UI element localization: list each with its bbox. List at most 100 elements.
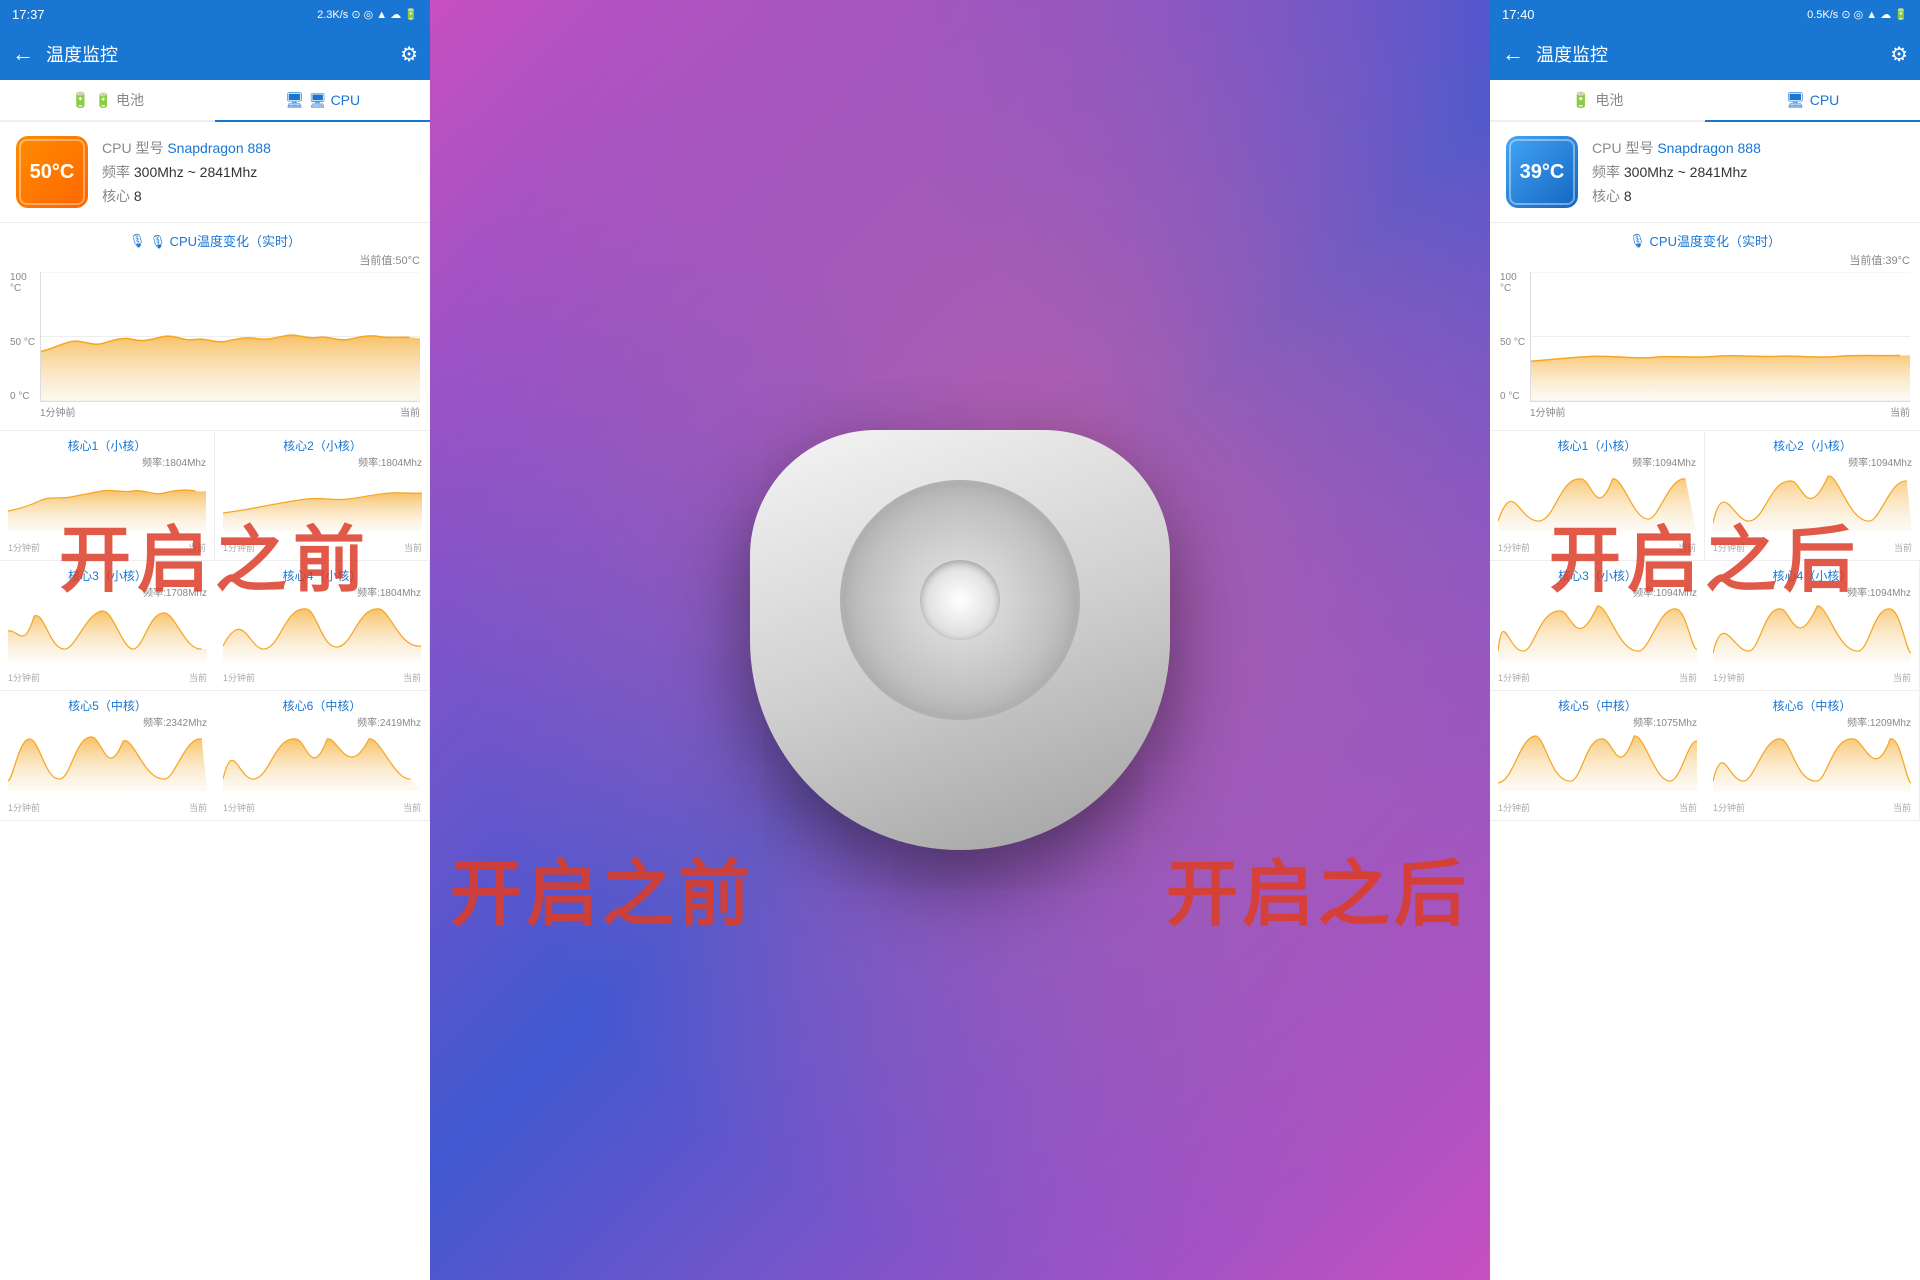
mic-icon-left: 🎙 bbox=[129, 233, 146, 249]
left-core-6: 核心6（中核） 频率:2419Mhz 1分钟前 当前 bbox=[215, 691, 430, 821]
cpu-core-value: 8 bbox=[134, 188, 142, 204]
left-core1-label: 核心1（小核） bbox=[8, 437, 206, 454]
right-core-4: 核心4（小核） 频率:1094Mhz 1分钟前 当前 bbox=[1705, 561, 1920, 691]
left-core-1: 核心1（小核） 频率:1804Mhz 1分钟前 当前 bbox=[0, 431, 215, 561]
left-core2-chart bbox=[223, 471, 422, 541]
right-cpu-info: 39°C CPU 型号 Snapdragon 888 频率 300Mhz ~ 2… bbox=[1490, 122, 1920, 223]
right-back-button[interactable]: ← bbox=[1502, 41, 1524, 67]
left-status-bar: 17:37 2.3K/s ⊙ ◎ ▲ ☁ 🔋 bbox=[0, 0, 430, 28]
right-core6-time: 1分钟前 当前 bbox=[1713, 801, 1911, 814]
left-core4-freq: 频率:1804Mhz bbox=[223, 584, 421, 599]
fan-circle bbox=[840, 480, 1080, 720]
cpu-core-row: 核心 8 bbox=[102, 186, 271, 206]
left-time: 17:37 bbox=[12, 7, 45, 22]
right-time: 17:40 bbox=[1502, 7, 1535, 22]
left-cpu-details: CPU 型号 Snapdragon 888 频率 300Mhz ~ 2841Mh… bbox=[102, 138, 271, 206]
right-x-labels: 1分钟前 当前 bbox=[1530, 402, 1910, 422]
right-cpu-model-row: CPU 型号 Snapdragon 888 bbox=[1592, 138, 1761, 158]
middle-background: 开启之前 开启之后 bbox=[430, 0, 1490, 1280]
right-cpu-tab-icon: 🖥 bbox=[1786, 91, 1805, 109]
right-cpu-core-value: 8 bbox=[1624, 188, 1632, 204]
cpu-model-row: CPU 型号 Snapdragon 888 bbox=[102, 138, 271, 158]
right-y-labels: 100 °C 50 °C 0 °C bbox=[1500, 272, 1530, 402]
right-core1-time: 1分钟前 当前 bbox=[1498, 541, 1696, 554]
right-temperature: 39°C bbox=[1520, 161, 1565, 184]
right-app-bar: ← 温度监控 ⚙ bbox=[1490, 28, 1920, 80]
left-cores-scroll[interactable]: 核心1（小核） 频率:1804Mhz 1分钟前 当前 核心2（小核） 频率 bbox=[0, 431, 430, 1280]
left-chart-current: 当前值:50°C bbox=[10, 252, 420, 268]
right-tabs: 🔋 电池 🖥 CPU bbox=[1490, 80, 1920, 122]
left-gear-icon[interactable]: ⚙ bbox=[400, 42, 418, 67]
right-battery-icon: 🔋 bbox=[1572, 91, 1591, 109]
right-status-bar: 17:40 0.5K/s ⊙ ◎ ▲ ☁ 🔋 bbox=[1490, 0, 1920, 28]
right-core-3: 核心3（小核） 频率:1094Mhz 1分钟前 当前 bbox=[1490, 561, 1705, 691]
left-core5-label: 核心5（中核） bbox=[8, 697, 207, 714]
right-core3-chart bbox=[1498, 601, 1697, 671]
cpu-model-value: Snapdragon 888 bbox=[167, 140, 271, 156]
left-chart-container: 100 °C 50 °C 0 °C bbox=[10, 272, 420, 422]
left-core-4: 核心4（小核） 频率:1804Mhz 1分钟前 当前 bbox=[215, 561, 430, 691]
right-core1-label: 核心1（小核） bbox=[1498, 437, 1696, 454]
right-core3-label: 核心3（小核） bbox=[1498, 567, 1697, 584]
left-core3-freq: 频率:1708Mhz bbox=[8, 584, 207, 599]
left-chart-title: 🎙 🎙 CPU温度变化（实时） bbox=[10, 231, 420, 250]
fan-center bbox=[920, 560, 1000, 640]
left-phone-panel: 17:37 2.3K/s ⊙ ◎ ▲ ☁ 🔋 ← 温度监控 ⚙ 🔋 🔋 电池 🖥… bbox=[0, 0, 430, 1280]
left-app-bar: ← 温度监控 ⚙ bbox=[0, 28, 430, 80]
cooler-device bbox=[750, 430, 1170, 850]
left-core3-label: 核心3（小核） bbox=[8, 567, 207, 584]
right-cpu-details: CPU 型号 Snapdragon 888 频率 300Mhz ~ 2841Mh… bbox=[1592, 138, 1761, 206]
right-core2-time: 1分钟前 当前 bbox=[1713, 541, 1912, 554]
right-cores-scroll[interactable]: 核心1（小核） 频率:1094Mhz 1分钟前 当前 核心2（小核） 频率 bbox=[1490, 431, 1920, 1280]
left-cpu-info: 50°C CPU 型号 Snapdragon 888 频率 300Mhz ~ 2… bbox=[0, 122, 430, 223]
right-core5-time: 1分钟前 当前 bbox=[1498, 801, 1697, 814]
cpu-icon-left: 🖥 bbox=[285, 91, 304, 109]
left-temperature: 50°C bbox=[30, 161, 75, 184]
left-app-title: 温度监控 bbox=[46, 41, 400, 67]
left-x-labels: 1分钟前 当前 bbox=[40, 402, 420, 422]
left-tabs: 🔋 🔋 电池 🖥 🖥 CPU bbox=[0, 80, 430, 122]
left-core-5: 核心5（中核） 频率:2342Mhz 1分钟前 当前 bbox=[0, 691, 215, 821]
left-core4-time: 1分钟前 当前 bbox=[223, 671, 421, 684]
right-core2-freq: 频率:1094Mhz bbox=[1713, 454, 1912, 469]
right-core1-freq: 频率:1094Mhz bbox=[1498, 454, 1696, 469]
right-app-title: 温度监控 bbox=[1536, 41, 1890, 67]
left-core3-time: 1分钟前 当前 bbox=[8, 671, 207, 684]
right-cpu-model-value: Snapdragon 888 bbox=[1657, 140, 1761, 156]
right-chart-container: 100 °C 50 °C 0 °C bbox=[1500, 272, 1910, 422]
left-status-icons: 2.3K/s ⊙ ◎ ▲ ☁ 🔋 bbox=[317, 8, 418, 21]
right-core4-label: 核心4（小核） bbox=[1713, 567, 1911, 584]
right-core4-freq: 频率:1094Mhz bbox=[1713, 584, 1911, 599]
left-core1-chart bbox=[8, 471, 206, 541]
right-cpu-freq-value: 300Mhz ~ 2841Mhz bbox=[1624, 164, 1747, 180]
left-tab-battery[interactable]: 🔋 🔋 电池 bbox=[0, 80, 215, 120]
right-core-1: 核心1（小核） 频率:1094Mhz 1分钟前 当前 bbox=[1490, 431, 1705, 561]
cpu-model-label: CPU 型号 bbox=[102, 140, 163, 156]
left-chart-area bbox=[40, 272, 420, 402]
right-gear-icon[interactable]: ⚙ bbox=[1890, 42, 1908, 67]
right-core6-chart bbox=[1713, 731, 1911, 801]
left-main-chart: 🎙 🎙 CPU温度变化（实时） 当前值:50°C 100 °C 50 °C 0 … bbox=[0, 223, 430, 431]
left-core5-time: 1分钟前 当前 bbox=[8, 801, 207, 814]
right-chart-area bbox=[1530, 272, 1910, 402]
right-core1-chart bbox=[1498, 471, 1696, 541]
right-chart-current: 当前值:39°C bbox=[1500, 252, 1910, 268]
left-core6-freq: 频率:2419Mhz bbox=[223, 714, 421, 729]
right-core5-label: 核心5（中核） bbox=[1498, 697, 1697, 714]
left-cpu-temp-badge: 50°C bbox=[16, 136, 88, 208]
right-phone-panel: 17:40 0.5K/s ⊙ ◎ ▲ ☁ 🔋 ← 温度监控 ⚙ 🔋 电池 🖥 C… bbox=[1490, 0, 1920, 1280]
left-core6-chart bbox=[223, 731, 421, 801]
right-cpu-freq-row: 频率 300Mhz ~ 2841Mhz bbox=[1592, 162, 1761, 182]
right-core6-label: 核心6（中核） bbox=[1713, 697, 1911, 714]
battery-icon: 🔋 bbox=[71, 91, 90, 109]
left-back-button[interactable]: ← bbox=[12, 41, 34, 67]
right-tab-cpu[interactable]: 🖥 CPU bbox=[1705, 80, 1920, 122]
right-core5-chart bbox=[1498, 731, 1697, 801]
left-core-3: 核心3（小核） 频率:1708Mhz 1分钟前 当前 bbox=[0, 561, 215, 691]
right-cpu-model-label: CPU 型号 bbox=[1592, 140, 1653, 156]
right-tab-battery[interactable]: 🔋 电池 bbox=[1490, 80, 1705, 120]
left-tab-cpu[interactable]: 🖥 🖥 CPU bbox=[215, 80, 430, 122]
right-core6-freq: 频率:1209Mhz bbox=[1713, 714, 1911, 729]
right-core-5: 核心5（中核） 频率:1075Mhz 1分钟前 当前 bbox=[1490, 691, 1705, 821]
cpu-freq-row: 频率 300Mhz ~ 2841Mhz bbox=[102, 162, 271, 182]
